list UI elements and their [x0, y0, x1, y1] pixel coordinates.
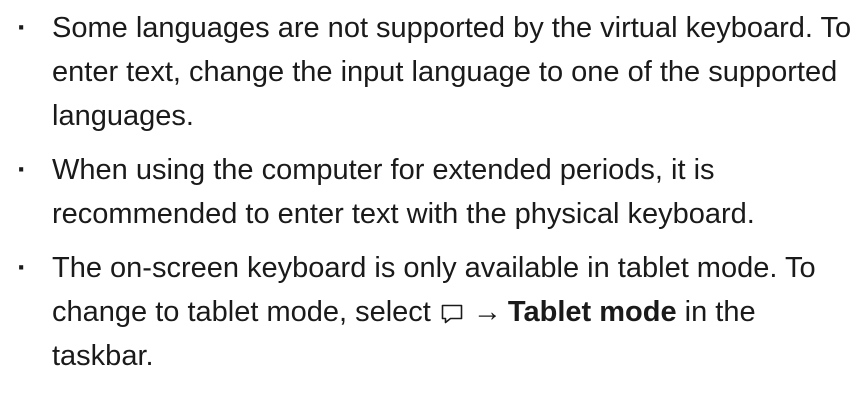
action-center-icon — [441, 304, 463, 324]
note-text: Some languages are not supported by the … — [52, 12, 852, 132]
note-text: When using the computer for extended per… — [52, 154, 755, 230]
note-item: · When using the computer for extended p… — [0, 148, 854, 236]
note-item: · Some languages are not supported by th… — [0, 6, 854, 138]
notes-list: · Some languages are not supported by th… — [0, 6, 854, 388]
bullet: · — [17, 252, 27, 284]
arrow: → — [472, 296, 502, 328]
note-item: · The on-screen keyboard is only availab… — [0, 246, 854, 378]
bullet: · — [17, 154, 27, 186]
tablet-mode-label: Tablet mode — [507, 296, 677, 328]
bullet: · — [17, 12, 27, 44]
